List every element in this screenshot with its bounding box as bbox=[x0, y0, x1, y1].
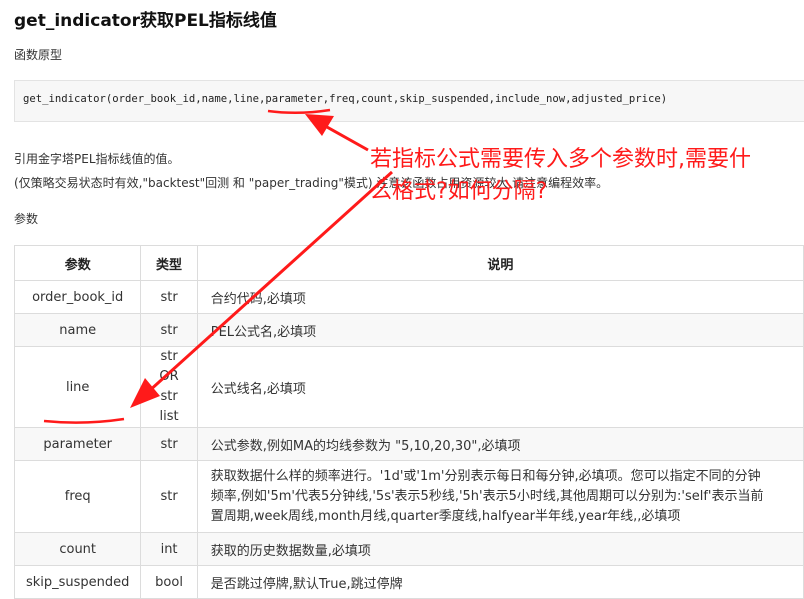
table-row: parameter str 公式参数,例如MA的均线参数为 "5,10,20,3… bbox=[13, 427, 804, 461]
param-desc-line-3: 置周期,week周线,month月线,quarter季度线,halfyear半年… bbox=[210, 508, 681, 524]
param-type: str bbox=[140, 280, 198, 314]
param-desc: 获取的历史数据数量,必填项 bbox=[196, 532, 804, 566]
param-name: skip_suspended bbox=[13, 565, 142, 599]
table-row: name str PEL公式名,必填项 bbox=[13, 313, 804, 347]
table-row: line str OR str list 公式线名,必填项 bbox=[13, 346, 804, 428]
function-signature: get_indicator(order_book_id,name,line,pa… bbox=[23, 93, 668, 105]
param-type: str OR str list bbox=[140, 346, 198, 428]
param-type-line-2: str list bbox=[159, 389, 179, 424]
param-name: name bbox=[13, 313, 142, 347]
param-name: parameter bbox=[13, 427, 142, 461]
table-header-row: 参数 类型 说明 bbox=[13, 245, 804, 281]
table-row: skip_suspended bool 是否跳过停牌,默认True,跳过停牌 bbox=[13, 565, 804, 599]
header-type: 类型 bbox=[140, 245, 198, 281]
params-table: 参数 类型 说明 order_book_id str 合约代码,必填项 name… bbox=[13, 245, 804, 599]
param-desc: 公式参数,例如MA的均线参数为 "5,10,20,30",必填项 bbox=[196, 427, 804, 461]
param-type: int bbox=[140, 532, 198, 566]
prototype-label: 函数原型 bbox=[14, 48, 63, 62]
param-desc-line-2: 频率,例如'5m'代表5分钟线,'5s'表示5秒线,'5h'表示5小时线,其他周… bbox=[210, 488, 764, 504]
param-name: order_book_id bbox=[13, 280, 142, 314]
param-type: str bbox=[140, 427, 198, 461]
param-desc: 公式线名,必填项 bbox=[196, 346, 804, 428]
param-name: freq bbox=[13, 460, 142, 533]
param-type: str bbox=[140, 460, 198, 533]
description-line-1: 引用金字塔PEL指标线值的值。 bbox=[14, 152, 180, 166]
table-row: count int 获取的历史数据数量,必填项 bbox=[13, 532, 804, 566]
param-desc: PEL公式名,必填项 bbox=[196, 313, 804, 347]
annotation-line-2: 么格式?如何分隔? bbox=[370, 179, 548, 204]
header-desc: 说明 bbox=[196, 245, 804, 281]
table-row: freq str 获取数据什么样的频率进行。'1d'或'1m'分别表示每日和每分… bbox=[13, 460, 804, 533]
param-type: bool bbox=[140, 565, 198, 599]
param-type-line-1: str OR bbox=[159, 349, 179, 384]
param-desc: 是否跳过停牌,默认True,跳过停牌 bbox=[196, 565, 804, 599]
annotation-line-1: 若指标公式需要传入多个参数时,需要什 bbox=[370, 147, 751, 172]
code-block: get_indicator(order_book_id,name,line,pa… bbox=[14, 80, 804, 122]
annotation-question: 若指标公式需要传入多个参数时,需要什 么格式?如何分隔? bbox=[370, 144, 800, 208]
params-label: 参数 bbox=[14, 212, 39, 226]
param-desc: 获取数据什么样的频率进行。'1d'或'1m'分别表示每日和每分钟,必填项。您可以… bbox=[196, 460, 804, 533]
param-desc-line-1: 获取数据什么样的频率进行。'1d'或'1m'分别表示每日和每分钟,必填项。您可以… bbox=[210, 468, 761, 484]
header-param: 参数 bbox=[13, 245, 142, 281]
param-name: line bbox=[13, 346, 142, 428]
arrow-to-code-shaft bbox=[317, 120, 369, 152]
param-type: str bbox=[140, 313, 198, 347]
table-row: order_book_id str 合约代码,必填项 bbox=[13, 280, 804, 314]
param-desc: 合约代码,必填项 bbox=[196, 280, 804, 314]
param-name: count bbox=[13, 532, 142, 566]
page-title: get_indicator获取PEL指标线值 bbox=[14, 11, 277, 31]
